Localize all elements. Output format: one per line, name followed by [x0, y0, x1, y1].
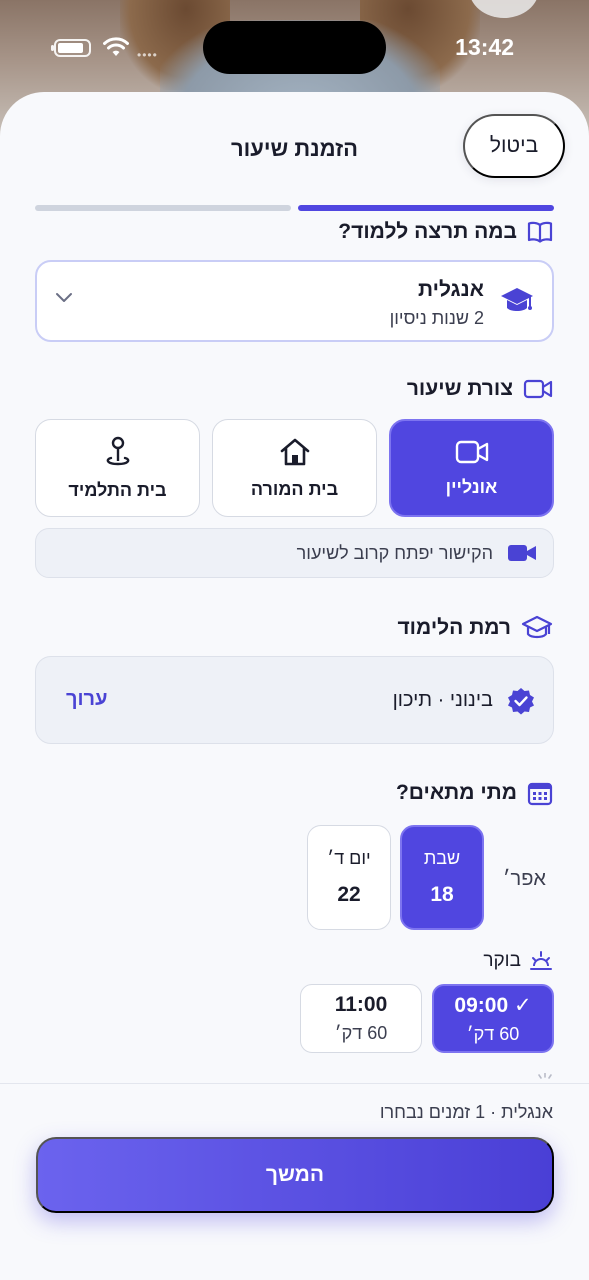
sunrise-icon [530, 951, 552, 970]
calendar-icon [527, 782, 553, 806]
slot-duration: 60 דק׳ [334, 1023, 388, 1043]
time-slot[interactable]: 09:00 ✓ 60 דק׳ [432, 984, 554, 1053]
selection-summary: אנגלית · 1 זמנים נבחרו [379, 1102, 553, 1122]
level-section-title: רמת הלימוד [397, 614, 553, 642]
cancel-button[interactable]: ביטול [463, 114, 565, 178]
progress-step-1 [298, 205, 554, 211]
footer-bar: אנגלית · 1 זמנים נבחרו המשך [0, 1083, 589, 1280]
section-label: רמת הלימוד [397, 616, 511, 639]
video-icon [523, 379, 553, 399]
date-number: 22 [337, 883, 361, 906]
slot-duration: 60 דק׳ [466, 1023, 520, 1044]
subject-section-title: במה תרצה ללמוד? [338, 220, 553, 244]
period-label: בוקר [483, 950, 521, 971]
wifi-icon [103, 37, 129, 56]
signal-icon: •••• [137, 48, 158, 62]
lesson-type-label: בית המורה [250, 478, 339, 499]
subject-name: אנגלית [417, 278, 484, 301]
section-label: צורת שיעור [406, 377, 513, 400]
time-slot[interactable]: 11:00 60 דק׳ [300, 984, 422, 1053]
lesson-type-online[interactable]: אונליין [389, 419, 554, 517]
section-label: מתי מתאים? [395, 781, 517, 804]
sheet-header: הזמנת שיעור ביטול [0, 92, 589, 202]
book-icon [527, 221, 553, 243]
continue-button[interactable]: המשך [36, 1137, 554, 1213]
verified-badge-icon [508, 688, 534, 715]
booking-sheet: הזמנת שיעור ביטול במה תרצה ללמוד? אנגלית… [0, 92, 589, 1280]
edit-level-link[interactable]: ערוך [66, 688, 107, 711]
lesson-type-label: אונליין [445, 476, 498, 497]
period-morning: בוקר [483, 950, 553, 972]
progress-step-2 [35, 205, 291, 211]
date-chip[interactable]: שבת 18 [400, 825, 484, 930]
graduation-cap-icon [521, 615, 553, 639]
online-info-text: הקישור יפתח קרוב לשיעור [296, 542, 493, 563]
schedule-section-title: מתי מתאים? [396, 780, 553, 806]
section-label: במה תרצה ללמוד? [338, 220, 517, 243]
subject-experience: 2 שנות ניסיון [389, 308, 484, 328]
lesson-type-student-home[interactable]: בית התלמיד [35, 419, 200, 517]
lesson-type-section-title: צורת שיעור [407, 377, 553, 401]
chevron-down-icon [56, 293, 72, 302]
lesson-type-label: בית התלמיד [68, 479, 167, 500]
home-icon [280, 438, 309, 465]
date-number: 18 [430, 883, 454, 906]
step-progress [35, 205, 554, 211]
slot-time: 11:00 [334, 993, 388, 1016]
status-time: 13:42 [455, 34, 514, 60]
date-day: יום ד׳ [327, 848, 371, 868]
graduation-cap-icon [501, 288, 533, 311]
level-card: בינוני · תיכון ערוך [35, 656, 554, 744]
video-icon [508, 545, 536, 561]
video-icon [455, 440, 488, 463]
date-chip[interactable]: יום ד׳ 22 [307, 825, 391, 930]
dynamic-island [203, 21, 386, 74]
level-value: בינוני · תיכון [392, 689, 493, 711]
slot-time: 09:00 ✓ [454, 993, 532, 1017]
status-bar: •••• 13:42 [0, 0, 589, 92]
date-day: שבת [423, 848, 461, 868]
battery-icon [51, 39, 91, 57]
month-label: אפר׳ [502, 868, 546, 890]
online-info-row: הקישור יפתח קרוב לשיעור [35, 528, 554, 578]
subject-dropdown[interactable]: אנגלית 2 שנות ניסיון [35, 260, 554, 342]
map-pin-icon [106, 436, 129, 465]
lesson-type-teacher-home[interactable]: בית המורה [212, 419, 377, 517]
